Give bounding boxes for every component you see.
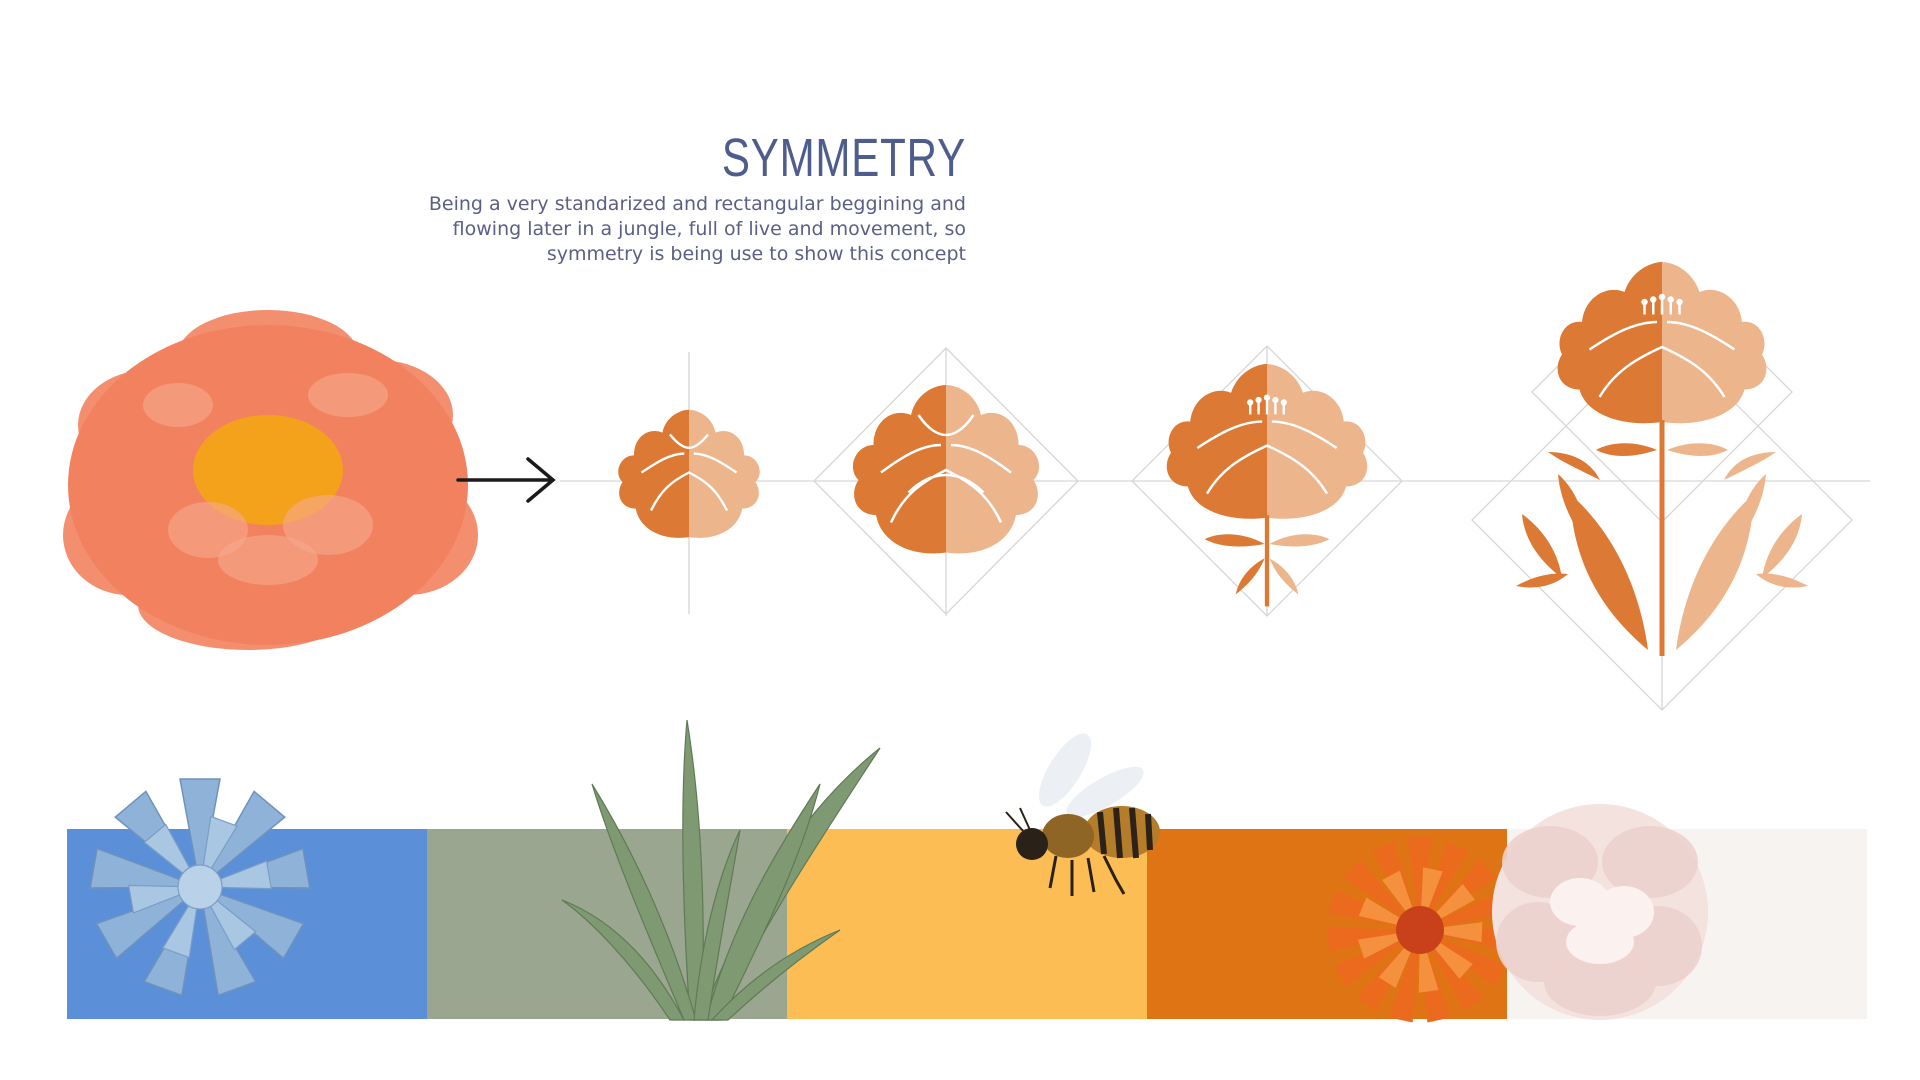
bee-photo-icon xyxy=(1005,733,1160,896)
flower-stage-3-icon xyxy=(1166,364,1368,607)
flower-stage-1-icon xyxy=(618,409,760,538)
aloe-photo-icon xyxy=(561,719,881,1021)
succulent-photo-icon xyxy=(89,778,311,997)
arrow-right-icon xyxy=(456,457,556,503)
illustration-canvas xyxy=(63,261,1870,1023)
dahlia-photo-icon xyxy=(1327,838,1513,1023)
flower-stage-4-icon xyxy=(1516,262,1808,656)
flower-stage-2-icon xyxy=(852,385,1040,554)
peony-photo-icon xyxy=(63,310,478,650)
white-peony-photo-icon xyxy=(1492,804,1708,1020)
